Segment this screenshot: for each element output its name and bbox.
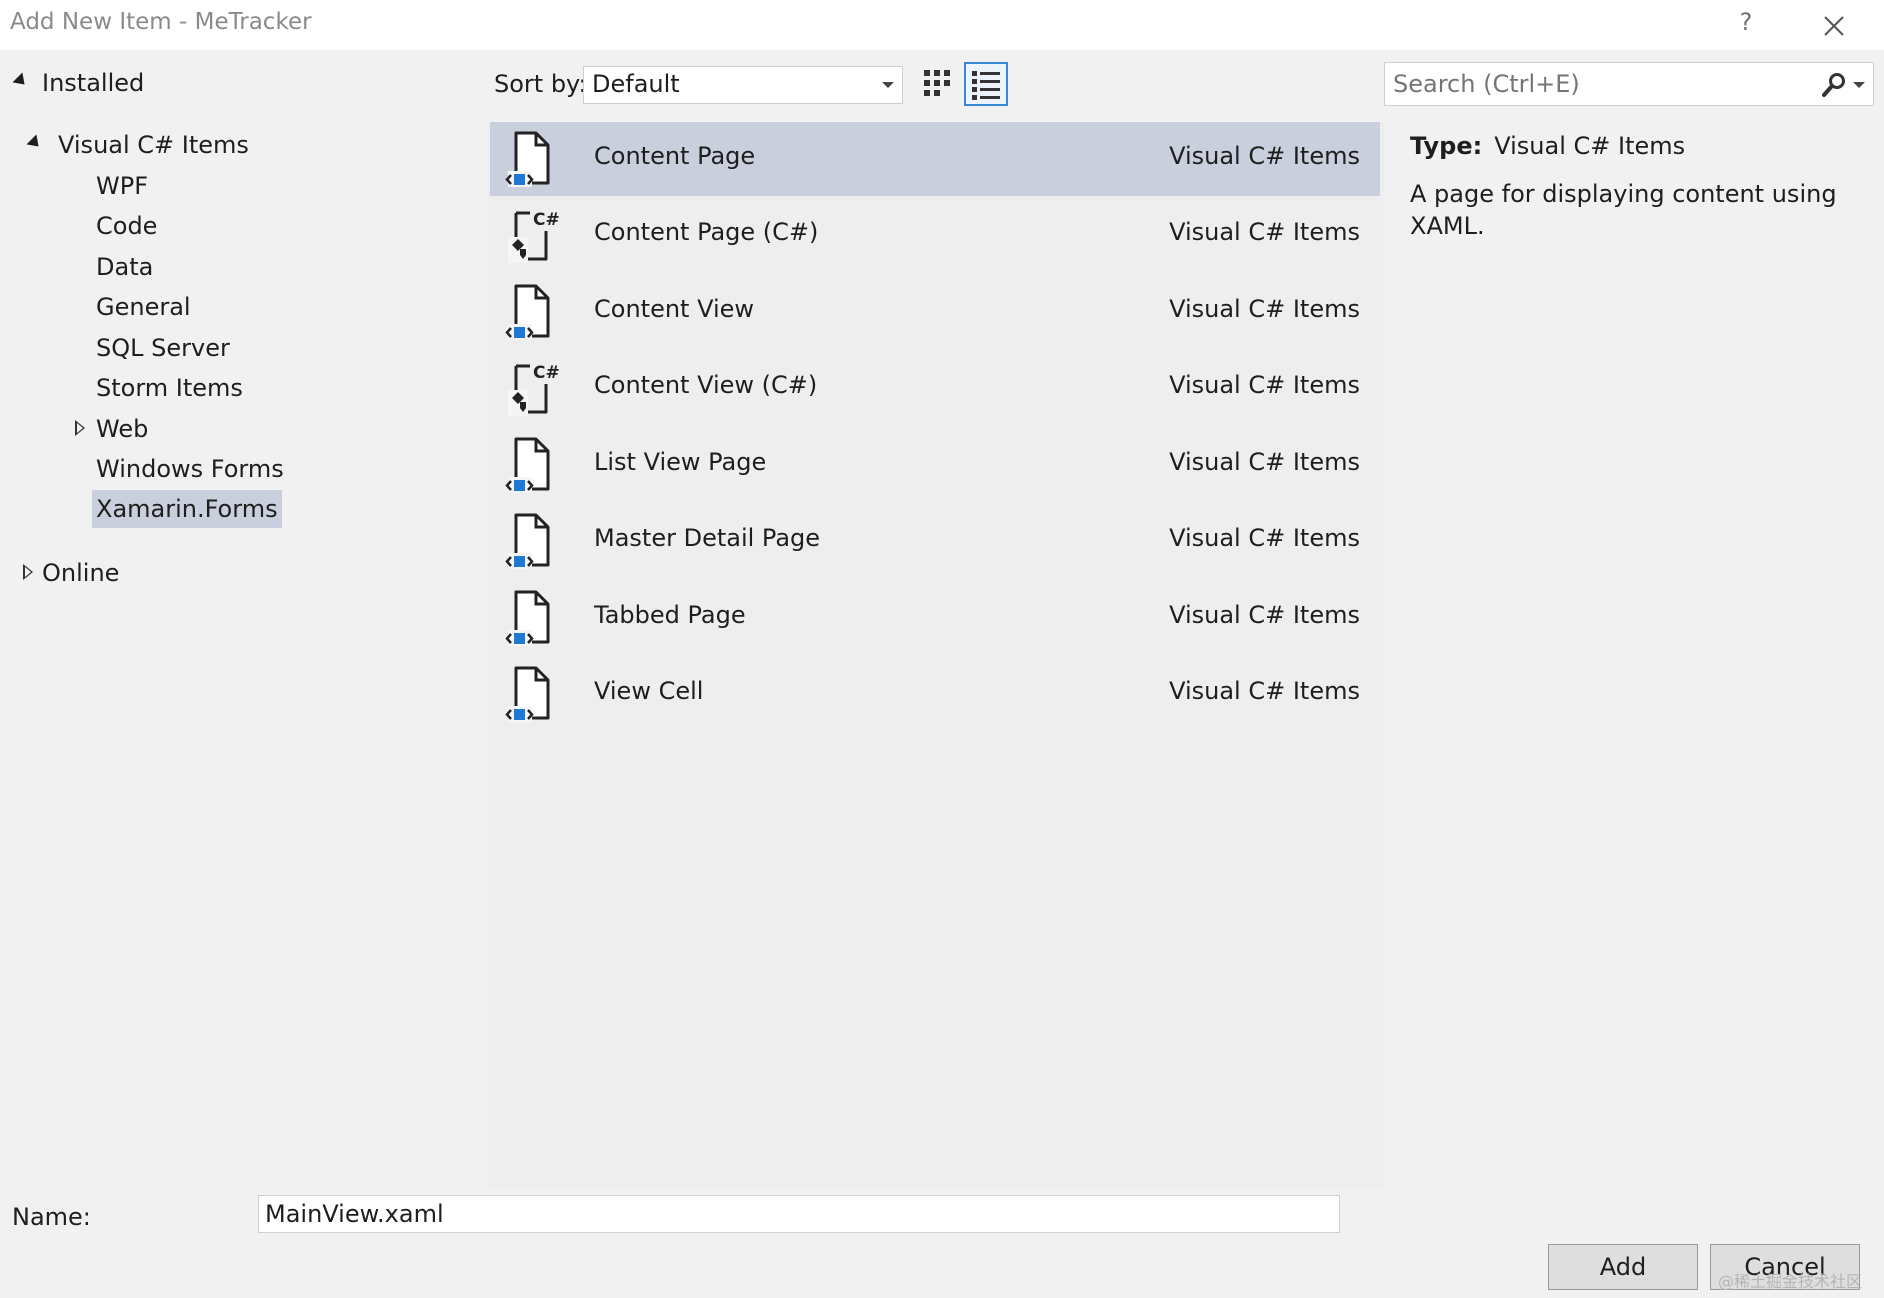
template-name: Master Detail Page xyxy=(594,524,821,552)
template-name: Content View (C#) xyxy=(594,371,818,399)
template-row[interactable]: C# Content View (C#) Visual C# Items xyxy=(490,351,1380,425)
tree-item-online[interactable]: Online xyxy=(38,554,123,592)
search-box[interactable] xyxy=(1384,62,1874,106)
template-type: Visual C# Items xyxy=(1169,601,1360,629)
tree-item-general[interactable]: General xyxy=(92,288,195,326)
detail-type-label: Type: xyxy=(1410,132,1483,160)
detail-type-value: Visual C# Items xyxy=(1494,132,1686,160)
tree-item-code[interactable]: Code xyxy=(92,207,161,245)
search-options-chevron-icon[interactable] xyxy=(1853,82,1865,88)
xaml-page-icon xyxy=(505,666,550,722)
sort-dropdown[interactable]: Default xyxy=(583,66,903,104)
expand-web-icon[interactable] xyxy=(75,420,85,436)
xaml-page-icon xyxy=(505,131,550,187)
template-row[interactable]: Master Detail Page Visual C# Items xyxy=(490,504,1380,578)
chevron-down-icon xyxy=(882,82,894,88)
template-name: Content View xyxy=(594,295,755,323)
category-tree: Installed Visual C# Items WPF Code Data … xyxy=(0,60,470,1185)
template-name: View Cell xyxy=(594,677,704,705)
template-row[interactable]: C# Content Page (C#) Visual C# Items xyxy=(490,198,1380,272)
detail-description: A page for displaying content using XAML… xyxy=(1410,180,1837,240)
search-input[interactable] xyxy=(1393,70,1813,98)
tree-item-sql-server[interactable]: SQL Server xyxy=(92,329,234,367)
expand-installed-icon[interactable] xyxy=(12,72,30,90)
name-label: Name: xyxy=(12,1203,91,1231)
template-row[interactable]: View Cell Visual C# Items xyxy=(490,657,1380,731)
help-button[interactable]: ? xyxy=(1734,8,1758,38)
sort-value: Default xyxy=(592,70,680,98)
add-button[interactable]: Add xyxy=(1548,1244,1698,1290)
tree-item-xamarin-forms[interactable]: Xamarin.Forms xyxy=(92,490,282,528)
tree-item-visual-csharp[interactable]: Visual C# Items xyxy=(54,126,253,164)
medium-icons-view-icon[interactable] xyxy=(918,62,962,106)
csharp-page-icon: C# xyxy=(508,363,560,416)
template-name: List View Page xyxy=(594,448,767,476)
tree-item-wpf[interactable]: WPF xyxy=(92,167,152,205)
svg-text:C#: C# xyxy=(533,210,560,230)
name-field[interactable] xyxy=(258,1195,1340,1233)
csharp-page-icon: C# xyxy=(508,210,560,263)
tree-item-storm-items[interactable]: Storm Items xyxy=(92,369,247,407)
xaml-page-icon xyxy=(505,437,550,493)
list-view-icon xyxy=(972,71,1000,100)
title-bar: Add New Item - MeTracker ? xyxy=(0,0,1884,50)
list-view-button[interactable] xyxy=(964,62,1008,106)
svg-text:C#: C# xyxy=(533,363,560,383)
details-pane: Type: Visual C# Items A page for displayi… xyxy=(1410,132,1860,242)
watermark: @稀土掘金技术社区 xyxy=(1718,1272,1863,1291)
template-name: Tabbed Page xyxy=(594,601,746,629)
tree-item-web[interactable]: Web xyxy=(92,410,152,448)
template-name: Content Page (C#) xyxy=(594,218,819,246)
template-type: Visual C# Items xyxy=(1169,524,1360,552)
template-type: Visual C# Items xyxy=(1169,295,1360,323)
template-type: Visual C# Items xyxy=(1169,218,1360,246)
xaml-page-icon xyxy=(505,590,550,646)
template-row[interactable]: Tabbed Page Visual C# Items xyxy=(490,581,1380,655)
template-row[interactable]: List View Page Visual C# Items xyxy=(490,428,1380,502)
sort-label: Sort by: xyxy=(494,70,587,98)
template-type: Visual C# Items xyxy=(1169,677,1360,705)
close-icon[interactable] xyxy=(1818,10,1850,42)
window-title: Add New Item - MeTracker xyxy=(10,9,312,35)
template-row[interactable]: Content Page Visual C# Items xyxy=(490,122,1380,196)
template-name: Content Page xyxy=(594,142,756,170)
tree-item-installed[interactable]: Installed xyxy=(38,64,148,102)
template-row[interactable]: Content View Visual C# Items xyxy=(490,275,1380,349)
template-list: Content Page Visual C# Items C# Content … xyxy=(488,122,1384,1190)
template-type: Visual C# Items xyxy=(1169,142,1360,170)
tree-item-data[interactable]: Data xyxy=(92,248,157,286)
template-type: Visual C# Items xyxy=(1169,371,1360,399)
search-icon[interactable] xyxy=(1821,72,1847,98)
template-type: Visual C# Items xyxy=(1169,448,1360,476)
tree-item-windows-forms[interactable]: Windows Forms xyxy=(92,450,288,488)
expand-online-icon[interactable] xyxy=(23,564,33,580)
xaml-page-icon xyxy=(505,284,550,340)
detail-type-line: Type: Visual C# Items xyxy=(1410,132,1860,160)
xaml-page-icon xyxy=(505,513,550,569)
expand-visual-csharp-icon[interactable] xyxy=(26,134,44,152)
